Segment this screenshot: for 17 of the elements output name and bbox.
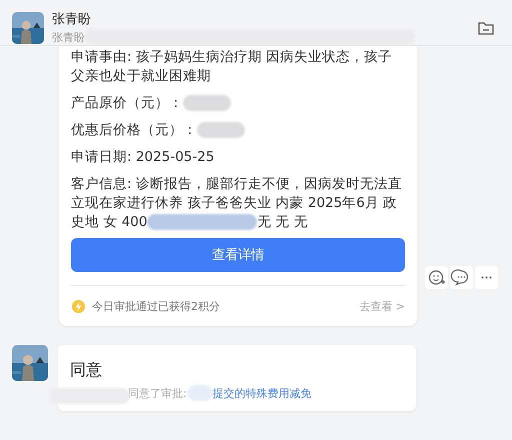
lightning-icon (71, 298, 86, 314)
field-text: 申请事由: 孩子妈妈生病治疗期 因病失业状态，孩子父亲也处于就业困难期 (71, 48, 394, 86)
approval-link[interactable]: 提交的特殊费用减免 (212, 386, 312, 400)
view-link[interactable]: 去查看 > (359, 298, 405, 314)
field-text: 优惠后价格（元）： (71, 121, 405, 140)
points-note: 今日审批通过已获得2积分 (92, 298, 220, 314)
view-details-button[interactable]: 查看详情 (71, 238, 405, 272)
field-text: 产品原价（元）： (71, 94, 405, 113)
add-emoji-icon[interactable] (425, 266, 448, 289)
contact-subtitle: 张青盼 (52, 30, 85, 44)
comment-icon[interactable] (450, 266, 473, 289)
field-text: 申请日期: 2025-05-25 (71, 148, 216, 167)
approval-note: 同意了审批: (128, 386, 187, 400)
field-text: 客户信息: 诊断报告，腿部行走不便，因病发时无法直立现在家进行休养 孩子爸爸失业 内蒙 2025年6月 政史地 女 400 无 无 无 (71, 175, 403, 232)
folder-icon[interactable] (478, 20, 494, 34)
contact-name: 张青盼 (52, 11, 92, 28)
comment-title: 同意 (70, 360, 103, 381)
